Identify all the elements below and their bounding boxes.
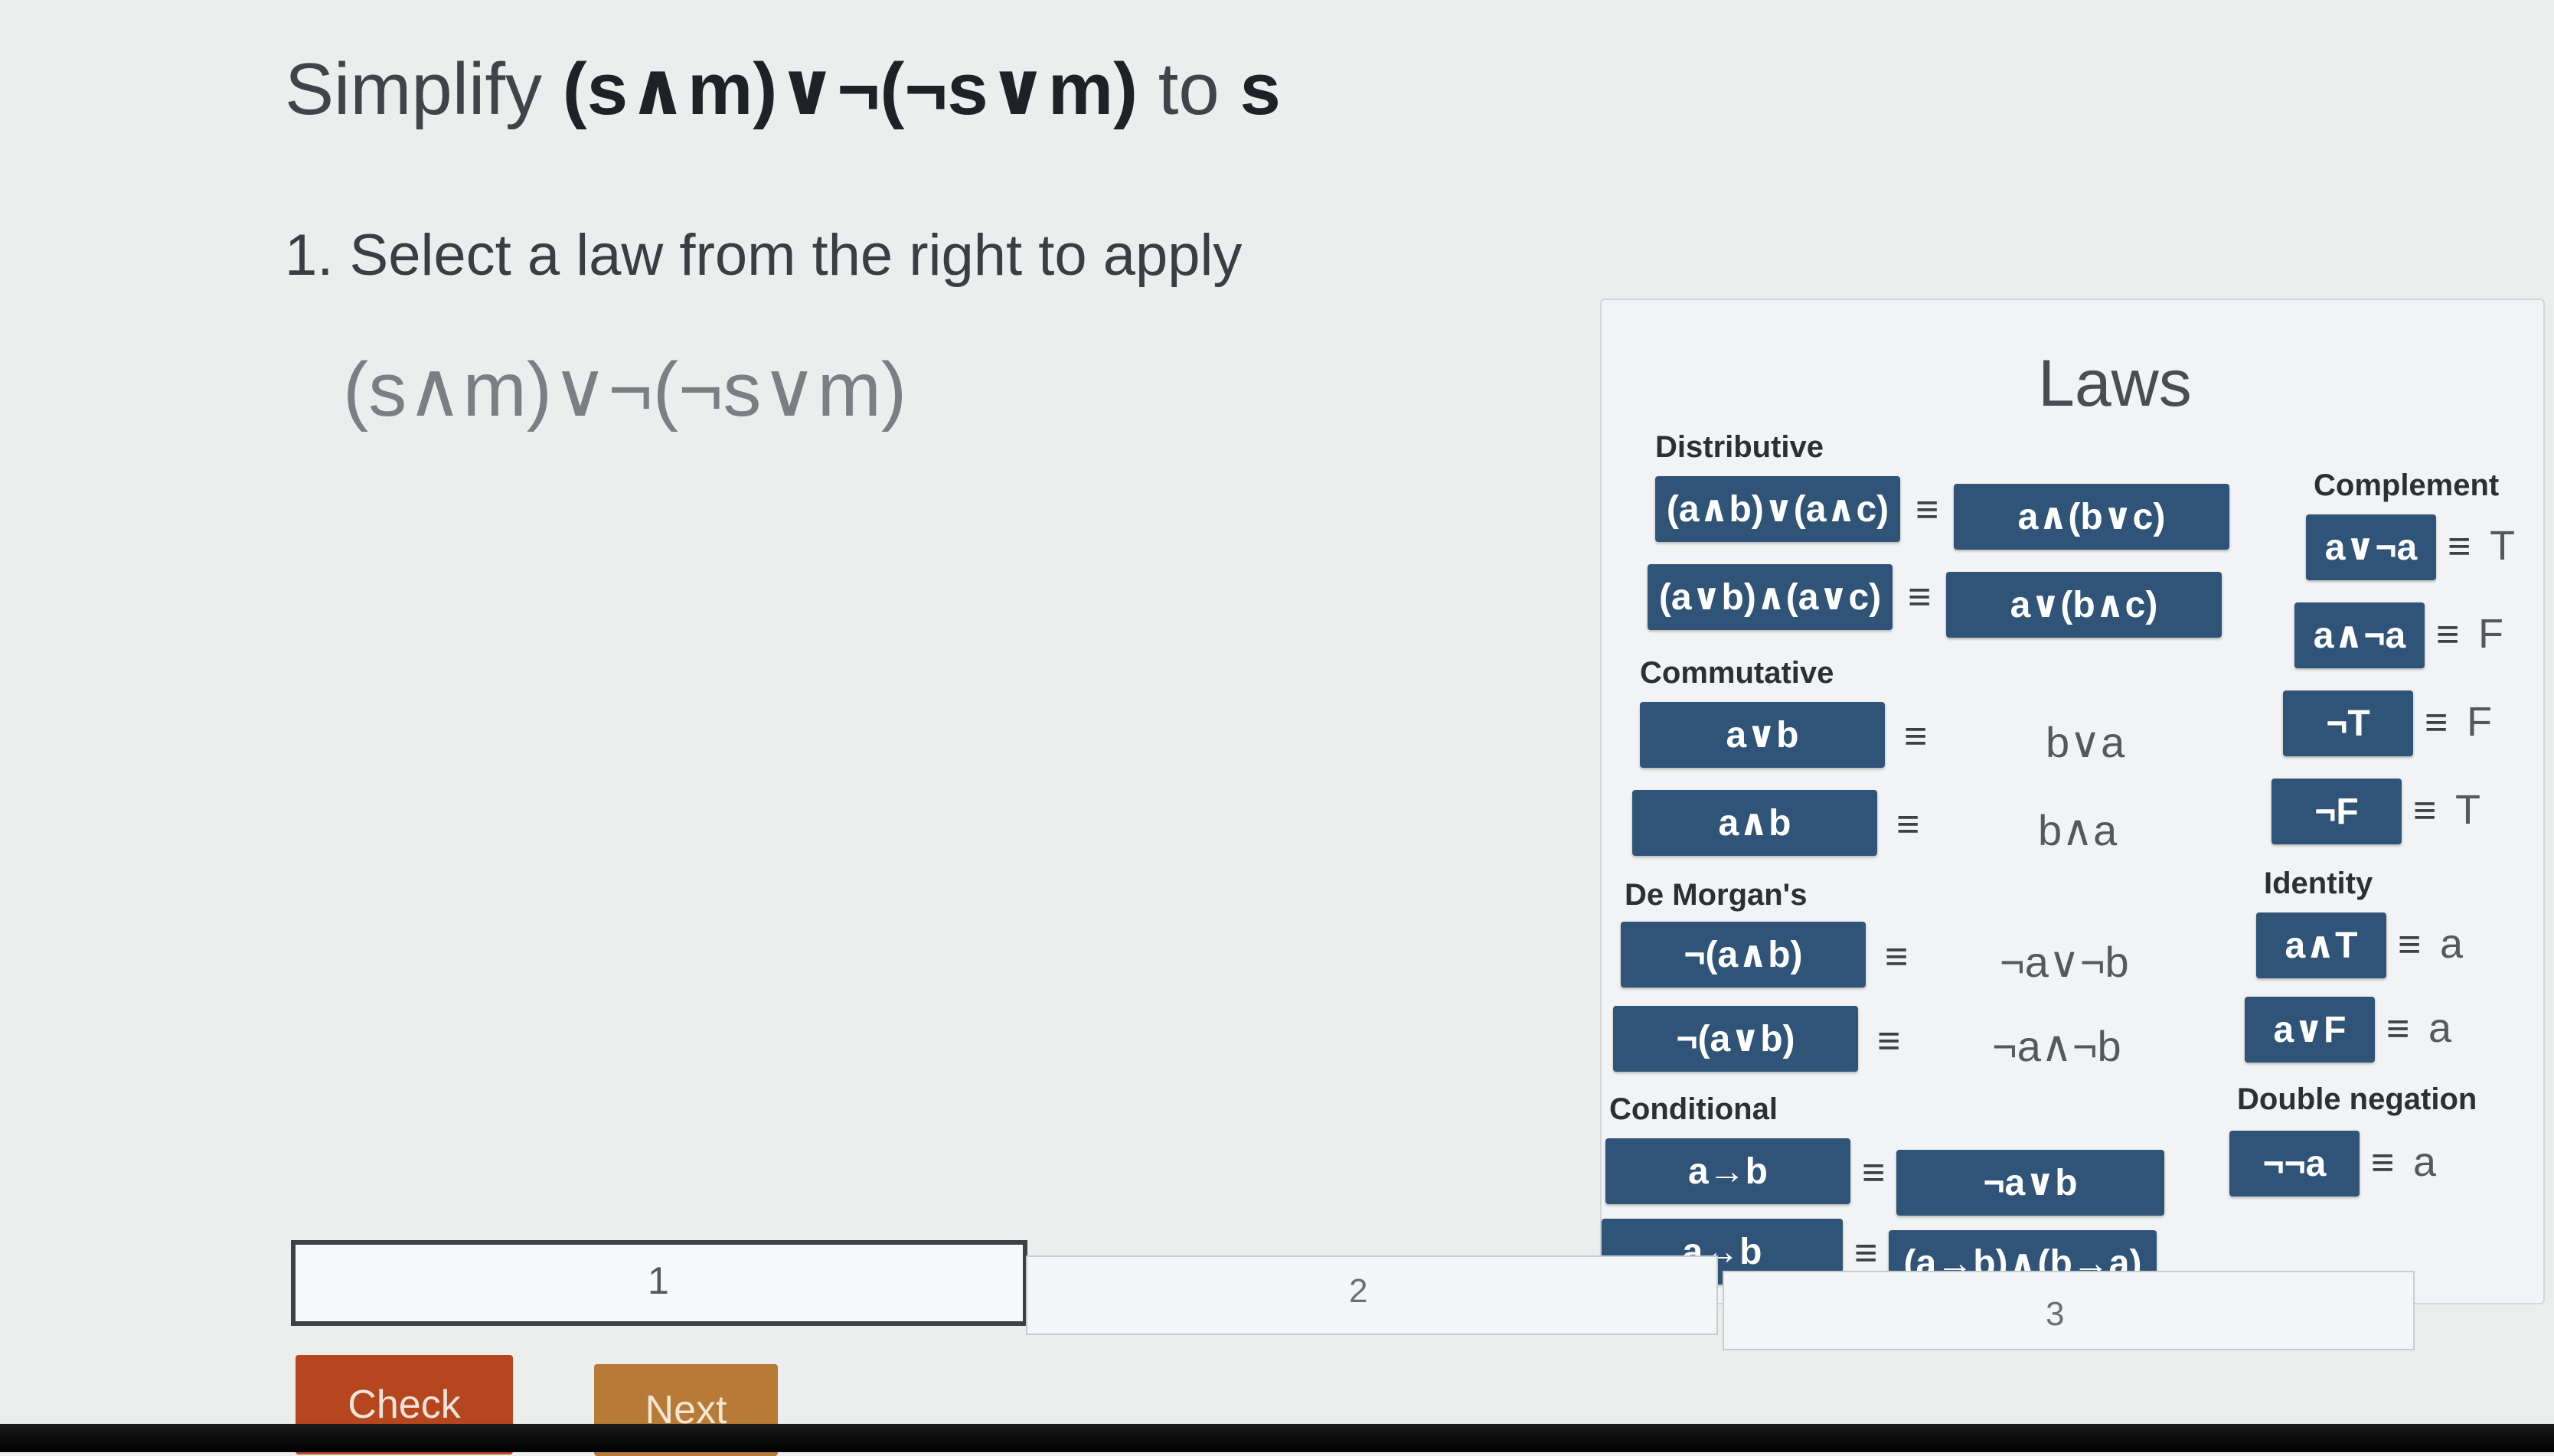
identity-label: Identity [2264, 867, 2373, 900]
law-double-negation-rhs: a [2413, 1139, 2437, 1185]
law-commutative-1-lhs[interactable]: a∨b [1640, 702, 1885, 768]
progress-segment-number: 1 [648, 1259, 669, 1302]
laws-panel: Laws Distributive (a∧b)∨(a∧c) ≡ a∧(b∨c) … [1600, 299, 2545, 1304]
law-complement-3-lhs[interactable]: ¬T [2283, 690, 2413, 756]
law-complement-4-lhs[interactable]: ¬F [2271, 779, 2402, 844]
equiv-symbol: ≡ [2448, 524, 2471, 569]
law-commutative-2-rhs: b∧a [2038, 806, 2118, 854]
equiv-symbol: ≡ [2371, 1141, 2395, 1185]
step-text: Select a law from the right to apply [349, 223, 1243, 288]
law-commutative-2-lhs[interactable]: a∧b [1632, 790, 1877, 856]
step-number: 1. [285, 223, 334, 288]
current-expression: (s∧m)∨¬(¬s∨m) [343, 347, 907, 433]
equiv-symbol: ≡ [2436, 612, 2460, 657]
law-complement-4-rhs: T [2455, 787, 2481, 833]
law-conditional-1-rhs[interactable]: ¬a∨b [1896, 1150, 2164, 1216]
law-distributive-1-lhs[interactable]: (a∧b)∨(a∧c) [1655, 476, 1900, 542]
law-distributive-2-rhs[interactable]: a∨(b∧c) [1946, 572, 2222, 638]
law-conditional-1-lhs[interactable]: a→b [1605, 1138, 1850, 1204]
law-complement-2-lhs[interactable]: a∧¬a [2294, 602, 2425, 668]
law-identity-1-lhs[interactable]: a∧T [2256, 912, 2386, 978]
complement-label: Complement [2314, 468, 2500, 502]
equiv-symbol: ≡ [1904, 714, 1928, 759]
double-negation-label: Double negation [2237, 1082, 2477, 1116]
laws-title: Laws [2038, 347, 2192, 420]
distributive-label: Distributive [1655, 430, 1824, 464]
law-identity-2-rhs: a [2428, 1005, 2452, 1051]
demorgan-label: De Morgan's [1625, 878, 1808, 912]
law-complement-3-rhs: F [2467, 699, 2492, 745]
equiv-symbol: ≡ [2386, 1007, 2410, 1051]
screen-bezel [0, 1424, 2554, 1452]
title-middle: to [1158, 48, 1220, 130]
equiv-symbol: ≡ [1896, 802, 1920, 847]
title-prefix: Simplify [285, 48, 543, 130]
law-commutative-1-rhs: b∨a [2046, 718, 2125, 766]
commutative-label: Commutative [1640, 656, 1834, 690]
step-instruction: 1. Select a law from the right to apply [285, 222, 1242, 289]
law-distributive-2-lhs[interactable]: (a∨b)∧(a∨c) [1648, 564, 1893, 630]
progress-segment-number: 2 [1349, 1272, 1368, 1310]
equiv-symbol: ≡ [2425, 700, 2448, 745]
law-identity-1-rhs: a [2440, 921, 2464, 967]
equiv-symbol: ≡ [1908, 575, 1932, 619]
conditional-label: Conditional [1609, 1092, 1778, 1126]
progress-segment-2[interactable]: 2 [1026, 1255, 1718, 1335]
law-demorgan-2-rhs: ¬a∧¬b [1992, 1022, 2121, 1070]
law-complement-1-lhs[interactable]: a∨¬a [2306, 514, 2436, 580]
law-demorgan-1-lhs[interactable]: ¬(a∧b) [1621, 922, 1866, 988]
law-double-negation-lhs[interactable]: ¬¬a [2229, 1131, 2360, 1196]
title-expression: (s∧m)∨¬(¬s∨m) [562, 48, 1138, 130]
page: Simplify (s∧m)∨¬(¬s∨m) to s 1. Select a … [0, 0, 2554, 1456]
equiv-symbol: ≡ [1885, 935, 1909, 979]
equiv-symbol: ≡ [2413, 788, 2437, 833]
problem-title: Simplify (s∧m)∨¬(¬s∨m) to s [285, 46, 1281, 132]
progress-segment-3[interactable]: 3 [1723, 1271, 2415, 1350]
title-target: s [1239, 48, 1281, 130]
equiv-symbol: ≡ [1877, 1019, 1901, 1063]
law-demorgan-1-rhs: ¬a∨¬b [2000, 938, 2129, 986]
equiv-symbol: ≡ [1862, 1151, 1886, 1195]
law-complement-2-rhs: F [2478, 611, 2503, 657]
law-complement-1-rhs: T [2490, 523, 2515, 569]
law-distributive-1-rhs[interactable]: a∧(b∨c) [1954, 484, 2229, 550]
equiv-symbol: ≡ [1916, 488, 1939, 532]
equiv-symbol: ≡ [2398, 922, 2422, 967]
law-identity-2-lhs[interactable]: a∨F [2245, 997, 2375, 1063]
law-demorgan-2-lhs[interactable]: ¬(a∨b) [1613, 1006, 1858, 1072]
progress-segment-1[interactable]: 1 [291, 1240, 1027, 1326]
progress-segment-number: 3 [2046, 1295, 2065, 1333]
